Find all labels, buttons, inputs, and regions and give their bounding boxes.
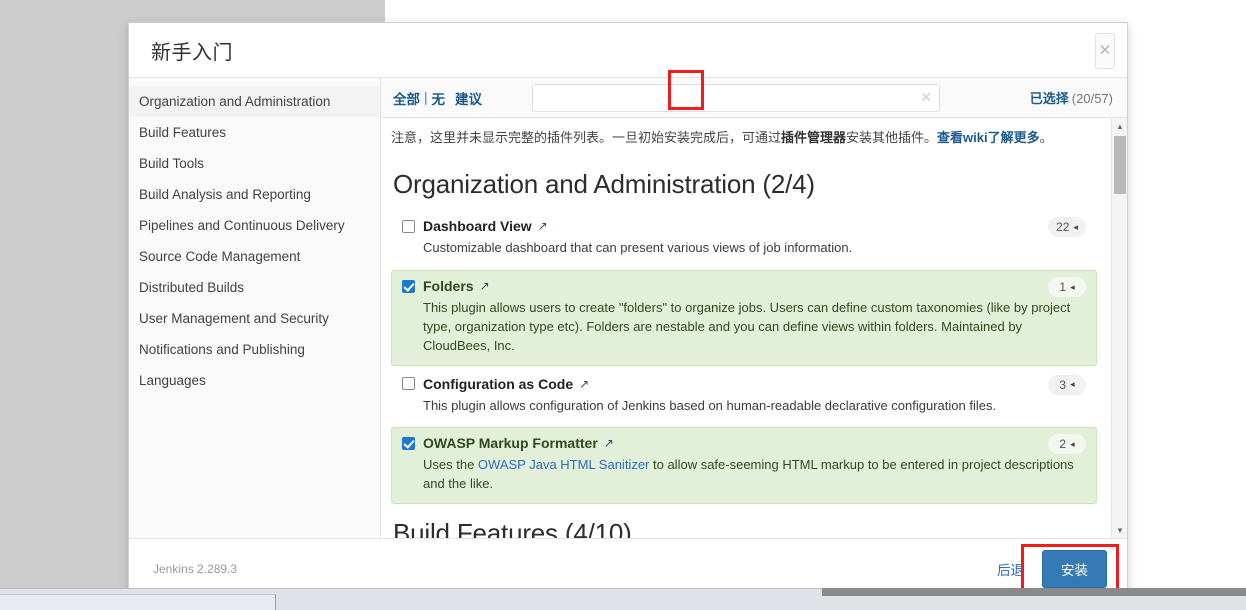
badge-count: 3	[1059, 377, 1067, 392]
plugin-dependency-badge[interactable]: 22 ◂	[1048, 217, 1086, 238]
plugin-row: Folders ↗	[402, 278, 1084, 294]
notice-text-2: 安装其他插件。	[846, 130, 938, 145]
filter-separator: |	[424, 90, 428, 105]
footer-actions: 后退 安装	[997, 550, 1107, 588]
plugin-description-configuration-as-code: This plugin allows configuration of Jenk…	[423, 397, 1084, 416]
sidebar-item-source-code-management[interactable]: Source Code Management	[129, 241, 380, 272]
badge-count: 1	[1059, 280, 1067, 295]
category-heading-build-features: Build Features (4/10)	[393, 518, 632, 538]
sidebar-item-organization-and-administration[interactable]: Organization and Administration	[129, 86, 380, 117]
sidebar-item-build-analysis-and-reporting[interactable]: Build Analysis and Reporting	[129, 179, 380, 210]
setup-wizard-dialog: 新手入门 ✕ Organization and Administration B…	[128, 22, 1128, 600]
plugin-checkbox-dashboard-view[interactable]	[402, 219, 415, 233]
selected-label-link[interactable]: 已选择	[1030, 91, 1069, 106]
plugin-checkbox-configuration-as-code[interactable]	[402, 377, 415, 391]
scrollbar-thumb[interactable]	[1114, 136, 1126, 194]
main-panel: 全部 | 无 建议 ✕ 已选择 (20/57) 注意，这里并未显示完整的插件列表…	[381, 70, 1127, 538]
bottom-strip-right-segment	[822, 588, 1246, 596]
plugin-scroll-pane: 注意，这里并未显示完整的插件列表。一旦初始安装完成后，可通过插件管理器安装其他插…	[381, 118, 1127, 538]
badge-count: 2	[1059, 437, 1067, 452]
triangle-left-icon: ◂	[1070, 379, 1075, 390]
plugin-item-owasp-markup-formatter[interactable]: OWASP Markup Formatter ↗ 2 ◂ Uses the OW…	[391, 427, 1097, 505]
vertical-scrollbar[interactable]: ▲ ▼	[1111, 118, 1127, 538]
plugin-name-folders[interactable]: Folders	[423, 278, 474, 294]
desc-text: Customizable dashboard that can present …	[423, 240, 853, 256]
page-title: 新手入门	[151, 41, 233, 64]
dialog-body: Organization and Administration Build Fe…	[129, 70, 1127, 539]
plugin-checkbox-folders[interactable]	[402, 279, 415, 293]
plugin-row: Dashboard View ↗	[402, 218, 1084, 234]
desc-text: This plugin allows configuration of Jenk…	[423, 397, 997, 413]
plugin-row: OWASP Markup Formatter ↗	[402, 435, 1084, 451]
search-wrapper: ✕	[532, 83, 941, 112]
plugin-name-dashboard-view[interactable]: Dashboard View	[423, 218, 532, 234]
filter-none-link[interactable]: 无	[432, 88, 446, 108]
sidebar-item-user-management-and-security[interactable]: User Management and Security	[129, 303, 380, 334]
plugin-item-dashboard-view[interactable]: Dashboard View ↗ 22 ◂ Customizable dashb…	[391, 210, 1097, 268]
back-link[interactable]: 后退	[997, 559, 1024, 579]
plugin-name-configuration-as-code[interactable]: Configuration as Code	[423, 376, 573, 392]
external-link-icon[interactable]: ↗	[604, 436, 614, 450]
category-sidebar: Organization and Administration Build Fe…	[129, 78, 381, 538]
external-link-icon[interactable]: ↗	[538, 219, 548, 233]
dialog-header: 新手入门 ✕	[129, 23, 1127, 78]
scroll-down-arrow-icon[interactable]: ▼	[1112, 522, 1127, 538]
plugin-item-configuration-as-code[interactable]: Configuration as Code ↗ 3 ◂ This plugin …	[391, 368, 1097, 426]
jenkins-version-label: Jenkins 2.289.3	[153, 562, 238, 576]
plugin-list: 注意，这里并未显示完整的插件列表。一旦初始安装完成后，可通过插件管理器安装其他插…	[381, 118, 1111, 538]
plugin-row: Configuration as Code ↗	[402, 376, 1084, 392]
notice-text-1: 注意，这里并未显示完整的插件列表。一旦初始安装完成后，可通过	[391, 130, 782, 145]
close-icon[interactable]: ✕	[1095, 33, 1115, 69]
badge-count: 22	[1056, 220, 1070, 235]
plugin-checkbox-owasp-markup-formatter[interactable]	[402, 436, 415, 450]
filter-links: 全部 | 无 建议	[393, 88, 482, 108]
plugin-dependency-badge[interactable]: 2 ◂	[1048, 434, 1086, 455]
triangle-left-icon: ◂	[1073, 221, 1078, 232]
external-link-icon[interactable]: ↗	[480, 279, 490, 293]
page-root: 新手入门 ✕ Organization and Administration B…	[0, 0, 1246, 610]
plugin-dependency-badge[interactable]: 3 ◂	[1048, 374, 1086, 395]
desc-text: This plugin allows users to create "fold…	[423, 300, 1071, 353]
notice-text-3: 。	[1039, 130, 1053, 145]
selected-count-value: (20/57)	[1071, 91, 1113, 106]
category-heading-organization: Organization and Administration (2/4)	[393, 169, 815, 200]
sidebar-item-distributed-builds[interactable]: Distributed Builds	[129, 272, 380, 303]
plugin-toolbar: 全部 | 无 建议 ✕ 已选择 (20/57)	[381, 70, 1127, 118]
plugin-dependency-badge[interactable]: 1 ◂	[1048, 277, 1086, 298]
install-button[interactable]: 安装	[1042, 550, 1107, 588]
scroll-up-arrow-icon[interactable]: ▲	[1112, 118, 1127, 134]
plugin-description-owasp-markup-formatter: Uses the OWASP Java HTML Sanitizer to al…	[423, 456, 1084, 494]
triangle-left-icon: ◂	[1070, 438, 1075, 449]
notice-wiki-link[interactable]: 查看wiki了解更多	[937, 130, 1040, 145]
search-input[interactable]	[532, 83, 941, 112]
filter-all-link[interactable]: 全部	[393, 88, 420, 108]
sidebar-item-pipelines-and-continuous-delivery[interactable]: Pipelines and Continuous Delivery	[129, 210, 380, 241]
plugin-name-owasp-markup-formatter[interactable]: OWASP Markup Formatter	[423, 435, 598, 451]
sidebar-item-languages[interactable]: Languages	[129, 365, 380, 396]
filter-suggested-link[interactable]: 建议	[455, 88, 482, 108]
external-link-icon[interactable]: ↗	[579, 377, 589, 391]
triangle-left-icon: ◂	[1070, 281, 1075, 292]
sidebar-item-build-tools[interactable]: Build Tools	[129, 148, 380, 179]
sidebar-item-build-features[interactable]: Build Features	[129, 117, 380, 148]
notice-bold-plugin-manager: 插件管理器	[781, 130, 847, 145]
clear-search-icon[interactable]: ✕	[920, 89, 932, 106]
sidebar-item-notifications-and-publishing[interactable]: Notifications and Publishing	[129, 334, 380, 365]
desc-text-before: Uses the	[423, 457, 478, 473]
plugin-item-folders[interactable]: Folders ↗ 1 ◂ This plugin allows users t…	[391, 270, 1097, 366]
plugin-description-folders: This plugin allows users to create "fold…	[423, 299, 1084, 356]
bottom-status-strip	[0, 588, 1246, 610]
desc-link-owasp-sanitizer[interactable]: OWASP Java HTML Sanitizer	[478, 457, 649, 472]
selected-count: 已选择 (20/57)	[1030, 88, 1113, 107]
plugin-description-dashboard-view: Customizable dashboard that can present …	[423, 239, 1084, 258]
plugin-list-notice: 注意，这里并未显示完整的插件列表。一旦初始安装完成后，可通过插件管理器安装其他插…	[391, 118, 1097, 155]
bottom-strip-tab[interactable]	[0, 594, 276, 610]
